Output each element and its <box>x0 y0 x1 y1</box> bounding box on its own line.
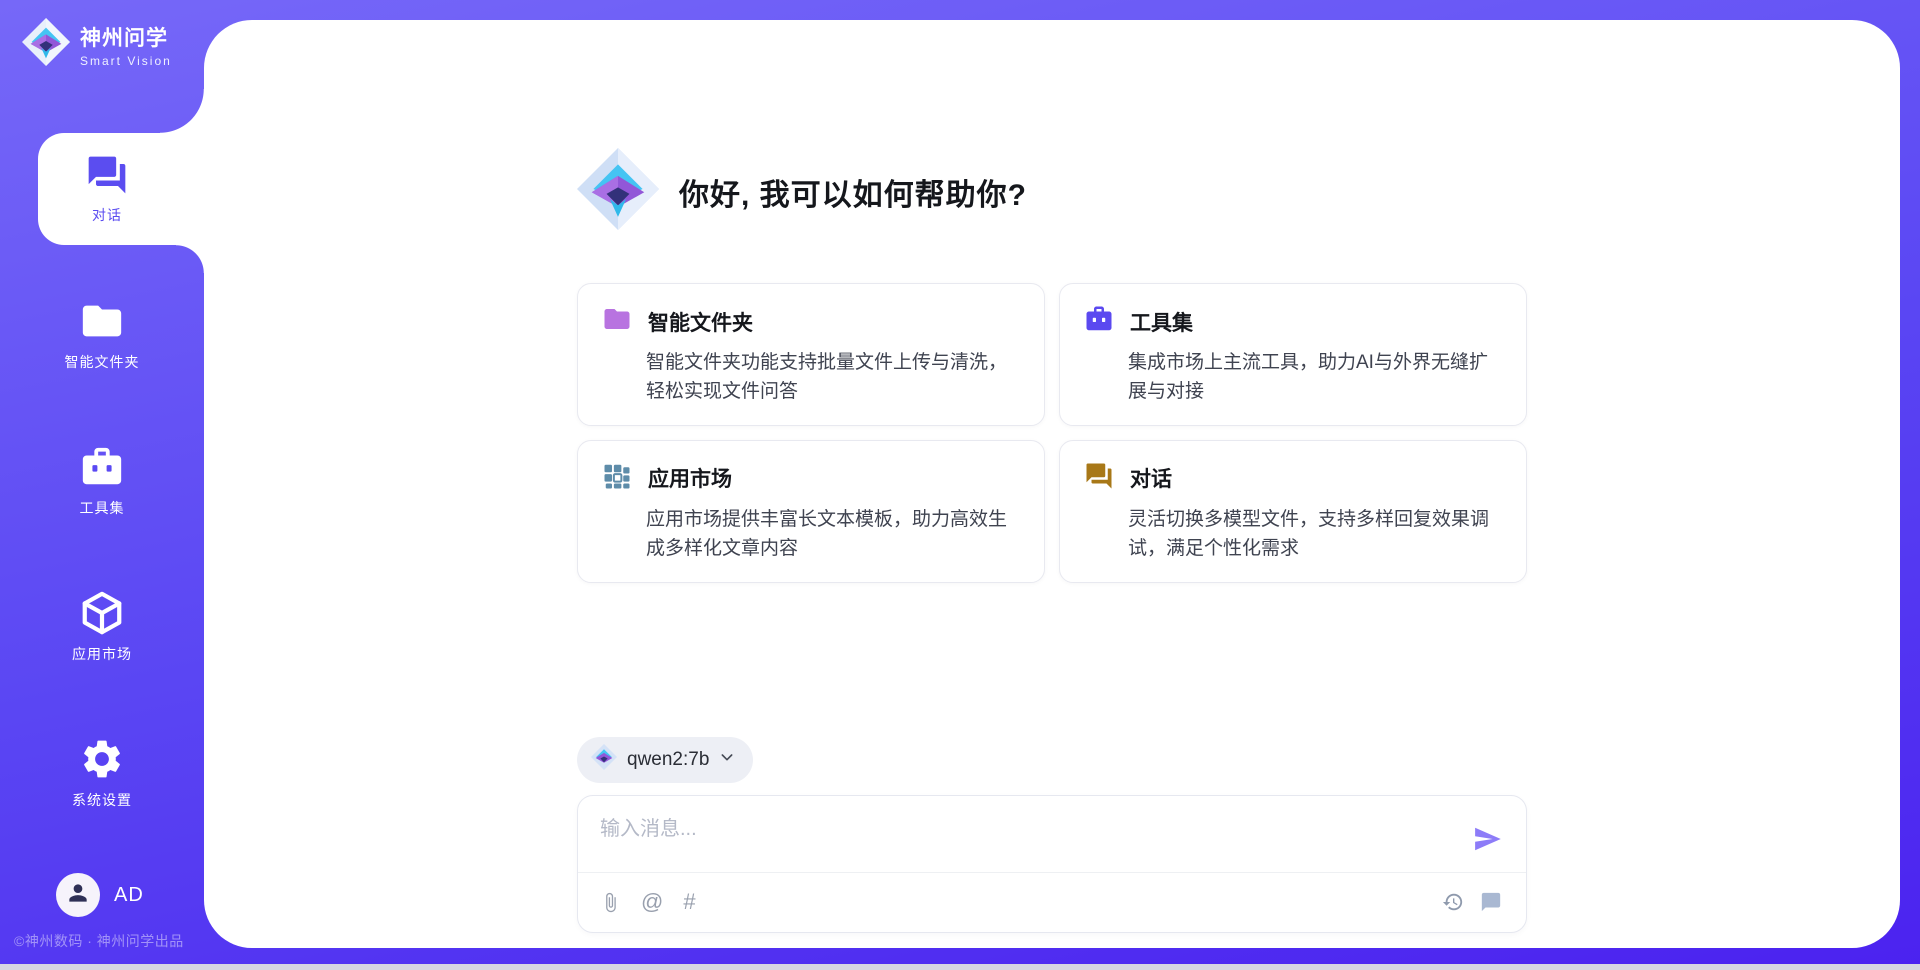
card-description: 应用市场提供丰富长文本模板，助力高效生成多样化文章内容 <box>646 505 1020 564</box>
horizontal-scrollbar[interactable] <box>0 964 1920 970</box>
feature-cards: 智能文件夹 智能文件夹功能支持批量文件上传与清洗，轻松实现文件问答 工具集 集 <box>577 283 1527 583</box>
card-title: 工具集 <box>1130 307 1193 337</box>
cube-icon <box>79 590 125 636</box>
user-avatar <box>56 873 100 917</box>
gear-icon <box>79 736 125 782</box>
history-icon[interactable] <box>1442 891 1464 913</box>
assistant-diamond-icon <box>577 148 659 235</box>
sidebar-nav: 对话 智能文件夹 工具集 <box>0 133 204 863</box>
sidebar-item-label: 系统设置 <box>72 790 132 810</box>
card-app-market[interactable]: 应用市场 应用市场提供丰富长文本模板，助力高效生成多样化文章内容 <box>577 440 1045 583</box>
card-description: 灵活切换多模型文件，支持多样回复效果调试，满足个性化需求 <box>1128 505 1502 564</box>
sidebar: 神州问学 Smart Vision 对话 智能文件夹 <box>0 0 204 964</box>
chat-icon <box>85 153 129 197</box>
card-title: 智能文件夹 <box>648 307 753 337</box>
sidebar-footer: ©神州数码 · 神州问学出品 <box>14 931 184 951</box>
sidebar-item-toolset[interactable]: 工具集 <box>0 425 204 537</box>
cube-grid-icon <box>602 461 632 496</box>
sidebar-item-settings[interactable]: 系统设置 <box>0 717 204 829</box>
sidebar-item-smart-folder[interactable]: 智能文件夹 <box>0 279 204 391</box>
mention-icon[interactable]: @ <box>641 891 663 913</box>
hash-icon[interactable]: # <box>683 891 695 913</box>
app-title: 神州问学 <box>80 22 172 52</box>
model-diamond-icon <box>591 744 617 775</box>
app-logo: 神州问学 Smart Vision <box>22 18 172 71</box>
briefcase-icon <box>1084 304 1114 339</box>
send-icon[interactable] <box>1472 824 1502 854</box>
chat-icon <box>1084 461 1114 496</box>
model-selector[interactable]: qwen2:7b <box>577 737 753 783</box>
folder-icon <box>602 304 632 339</box>
user-name: AD <box>114 884 144 907</box>
card-title: 对话 <box>1130 463 1172 493</box>
attachment-icon[interactable] <box>600 892 621 913</box>
card-title: 应用市场 <box>648 463 732 493</box>
sidebar-item-label: 智能文件夹 <box>65 352 140 372</box>
greeting-title: 你好, 我可以如何帮助你? <box>679 170 1027 214</box>
model-name: qwen2:7b <box>627 749 709 771</box>
composer-toolbar: @ # <box>578 872 1526 932</box>
card-description: 集成市场上主流工具，助力AI与外界无缝扩展与对接 <box>1128 348 1502 407</box>
card-smart-folder[interactable]: 智能文件夹 智能文件夹功能支持批量文件上传与清洗，轻松实现文件问答 <box>577 283 1045 426</box>
sidebar-item-chat[interactable]: 对话 <box>38 133 204 245</box>
sidebar-item-app-market[interactable]: 应用市场 <box>0 571 204 683</box>
card-chat[interactable]: 对话 灵活切换多模型文件，支持多样回复效果调试，满足个性化需求 <box>1059 440 1527 583</box>
message-input[interactable] <box>600 812 1450 872</box>
person-icon <box>65 880 91 911</box>
main-panel: 你好, 我可以如何帮助你? 智能文件夹 智能文件夹功能支持批量文件上传与清洗，轻… <box>204 20 1900 948</box>
sidebar-item-label: 工具集 <box>80 498 125 518</box>
card-description: 智能文件夹功能支持批量文件上传与清洗，轻松实现文件问答 <box>646 348 1020 407</box>
toolbox-icon <box>79 444 125 490</box>
logo-diamond-icon <box>22 18 70 71</box>
sidebar-item-label: 应用市场 <box>72 644 132 664</box>
folder-icon <box>79 298 125 344</box>
card-toolset[interactable]: 工具集 集成市场上主流工具，助力AI与外界无缝扩展与对接 <box>1059 283 1527 426</box>
greeting: 你好, 我可以如何帮助你? <box>577 148 1527 235</box>
message-composer: @ # <box>577 795 1527 933</box>
chevron-down-icon <box>719 749 735 770</box>
app-subtitle: Smart Vision <box>80 54 172 68</box>
chat-bubble-icon[interactable] <box>1480 891 1502 913</box>
user-profile[interactable]: AD <box>56 873 144 917</box>
sidebar-item-label: 对话 <box>92 205 122 225</box>
